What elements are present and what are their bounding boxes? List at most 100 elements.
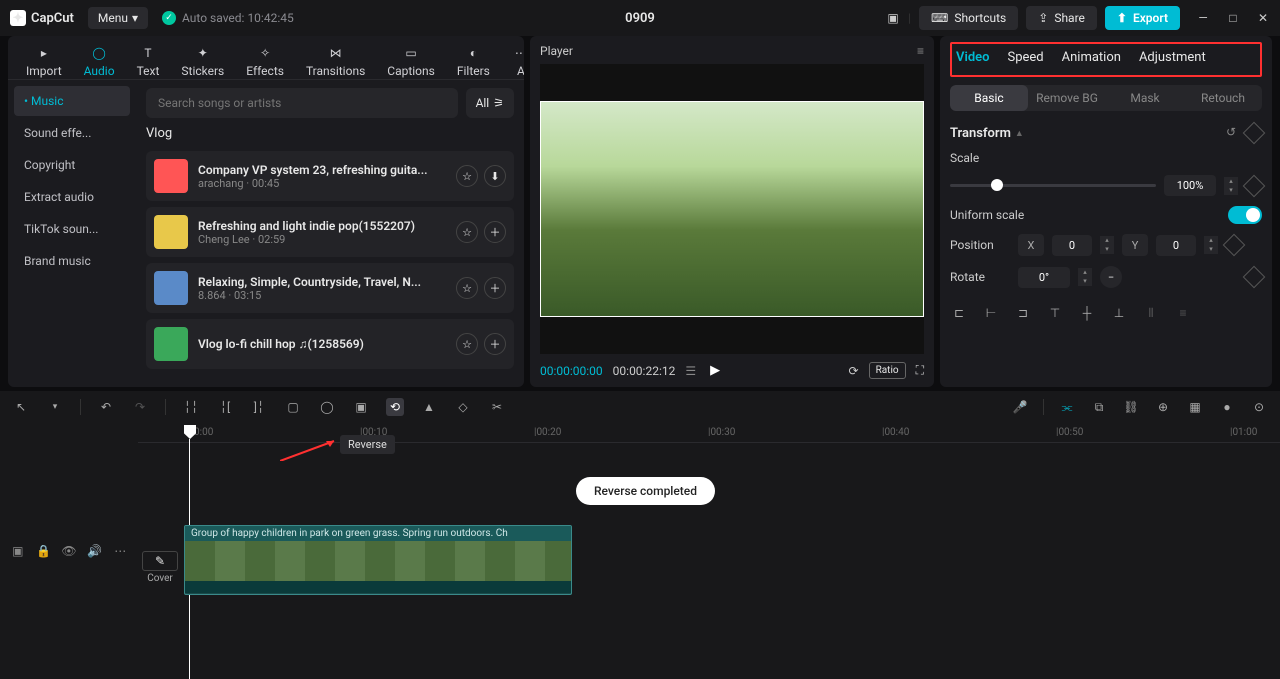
rotate-input[interactable] [1018, 267, 1070, 288]
tab-a[interactable]: ⋯A [504, 42, 524, 80]
step-down[interactable]: ▾ [1224, 186, 1238, 195]
tab-filters[interactable]: ◐Filters [449, 42, 498, 80]
pos-y-input[interactable] [1156, 235, 1196, 256]
shortcuts-button[interactable]: ⌨ Shortcuts [919, 6, 1018, 30]
speaker-icon[interactable]: 🔊 [87, 543, 103, 559]
filter-all-button[interactable]: All ⚞ [466, 88, 514, 118]
tab-transitions[interactable]: ⋈Transitions [298, 42, 373, 80]
song-item[interactable]: Relaxing, Simple, Countryside, Travel, N… [146, 263, 514, 313]
crop-tool[interactable]: ▢ [284, 398, 302, 416]
keyframe-button[interactable] [1223, 234, 1246, 257]
keyframe-button[interactable] [1243, 266, 1266, 289]
step-up[interactable]: ▴ [1224, 177, 1238, 186]
minimize-button[interactable]: — [1196, 11, 1210, 25]
marker-tool[interactable]: ◯ [318, 398, 336, 416]
subtab-basic[interactable]: Basic [950, 85, 1028, 111]
player-menu-icon[interactable]: ≡ [917, 44, 924, 58]
align-center-v-icon[interactable]: ┼ [1078, 304, 1096, 322]
dropdown-icon[interactable]: ▾ [46, 398, 64, 416]
prop-tab-video[interactable]: Video [956, 50, 990, 65]
trim-right-tool[interactable]: ]╎ [250, 398, 268, 416]
magnet-icon[interactable]: ⫘ [1058, 398, 1076, 416]
close-button[interactable]: ✕ [1256, 11, 1270, 25]
sidebar-item[interactable]: Copyright [14, 150, 130, 180]
reverse-tool[interactable]: ⟲ [386, 398, 404, 416]
mirror-button[interactable]: − [1100, 266, 1122, 288]
sidebar-item[interactable]: Brand music [14, 246, 130, 276]
project-name[interactable]: 0909 [625, 11, 655, 26]
chevron-icon[interactable]: ▲ [1015, 128, 1024, 139]
distribute-h-icon[interactable]: ⫴ [1142, 304, 1160, 322]
reset-icon[interactable]: ↺ [1226, 125, 1236, 141]
align-top-icon[interactable]: ⊤ [1046, 304, 1064, 322]
keyframe-button[interactable] [1243, 174, 1266, 197]
song-fav-button[interactable]: ☆ [456, 333, 478, 355]
scan-icon[interactable]: ⟳ [849, 364, 859, 378]
mic-icon[interactable]: 🎤 [1011, 398, 1029, 416]
song-dl-button[interactable]: ⬇ [484, 165, 506, 187]
sidebar-item[interactable]: TikTok soun... [14, 214, 130, 244]
select-tool[interactable]: ↖ [12, 398, 30, 416]
align-left-icon[interactable]: ⊏ [950, 304, 968, 322]
redo-button[interactable]: ↷ [131, 398, 149, 416]
scale-slider[interactable] [950, 184, 1156, 187]
subtab-retouch[interactable]: Retouch [1184, 85, 1262, 111]
align-bottom-icon[interactable]: ⊥ [1110, 304, 1128, 322]
align-right-icon[interactable]: ⊐ [1014, 304, 1032, 322]
song-add-button[interactable]: ＋ [484, 221, 506, 243]
keyframe-button[interactable] [1243, 122, 1266, 145]
prop-tab-animation[interactable]: Animation [1062, 50, 1121, 65]
trim-left-tool[interactable]: ╎[ [216, 398, 234, 416]
eye-icon[interactable]: 👁 [61, 543, 77, 559]
sidebar-item[interactable]: Sound effe... [14, 118, 130, 148]
align-center-h-icon[interactable]: ⊢ [982, 304, 1000, 322]
timeline[interactable]: ▣ 🔒 👁 🔊 ⋯ |00:00|00:10|00:20|00:30|00:40… [0, 423, 1280, 679]
tab-audio[interactable]: ◯Audio [76, 42, 123, 80]
maximize-button[interactable]: □ [1226, 11, 1240, 25]
tab-text[interactable]: TText [129, 42, 168, 80]
search-input[interactable] [146, 88, 458, 118]
grid-icon[interactable]: ▦ [1186, 398, 1204, 416]
fullscreen-icon[interactable]: ⛶ [916, 363, 924, 378]
zoom-fit-icon[interactable]: ⊙ [1250, 398, 1268, 416]
sidebar-item[interactable]: • Music [14, 86, 130, 116]
play-button[interactable]: ▶ [710, 363, 720, 378]
chain-icon[interactable]: ⛓ [1122, 398, 1140, 416]
uniform-scale-toggle[interactable] [1228, 206, 1262, 224]
lock-icon[interactable]: 🔒 [36, 543, 52, 559]
song-fav-button[interactable]: ☆ [456, 221, 478, 243]
duplicate-tool[interactable]: ▣ [352, 398, 370, 416]
cover-button[interactable]: ✎ Cover [142, 551, 178, 584]
share-button[interactable]: ⇪ Share [1026, 6, 1097, 30]
song-item[interactable]: Refreshing and light indie pop(1552207)C… [146, 207, 514, 257]
tab-import[interactable]: ▸Import [18, 42, 70, 80]
tab-effects[interactable]: ✧Effects [238, 42, 292, 80]
pos-x-input[interactable] [1052, 235, 1092, 256]
ratio-button[interactable]: Ratio [869, 362, 906, 379]
sidebar-item[interactable]: Extract audio [14, 182, 130, 212]
mirror-tool[interactable]: ▲ [420, 398, 438, 416]
song-fav-button[interactable]: ☆ [456, 165, 478, 187]
undo-button[interactable]: ↶ [97, 398, 115, 416]
tl-icon1[interactable]: ▣ [10, 543, 26, 559]
export-button[interactable]: ⬆ Export [1105, 6, 1180, 30]
menu-button[interactable]: Menu ▾ [88, 7, 148, 29]
split-tool[interactable]: ╎╎ [182, 398, 200, 416]
scale-input[interactable] [1164, 175, 1216, 196]
song-fav-button[interactable]: ☆ [456, 277, 478, 299]
song-item[interactable]: Company VP system 23, refreshing guita..… [146, 151, 514, 201]
rotate-tool[interactable]: ◇ [454, 398, 472, 416]
prop-tab-speed[interactable]: Speed [1008, 50, 1044, 65]
tab-stickers[interactable]: ✦Stickers [173, 42, 232, 80]
video-clip[interactable]: Group of happy children in park on green… [184, 525, 572, 595]
tab-captions[interactable]: ▭Captions [379, 42, 443, 80]
video-viewport[interactable] [540, 64, 924, 354]
layout-icon[interactable]: ▣ [886, 11, 900, 25]
link-icon[interactable]: ⧉ [1090, 398, 1108, 416]
prop-tab-adjustment[interactable]: Adjustment [1139, 50, 1206, 65]
list-icon[interactable]: ☰ [685, 364, 696, 378]
subtab-mask[interactable]: Mask [1106, 85, 1184, 111]
subtab-remove-bg[interactable]: Remove BG [1028, 85, 1106, 111]
crop2-tool[interactable]: ✂ [488, 398, 506, 416]
song-add-button[interactable]: ＋ [484, 277, 506, 299]
